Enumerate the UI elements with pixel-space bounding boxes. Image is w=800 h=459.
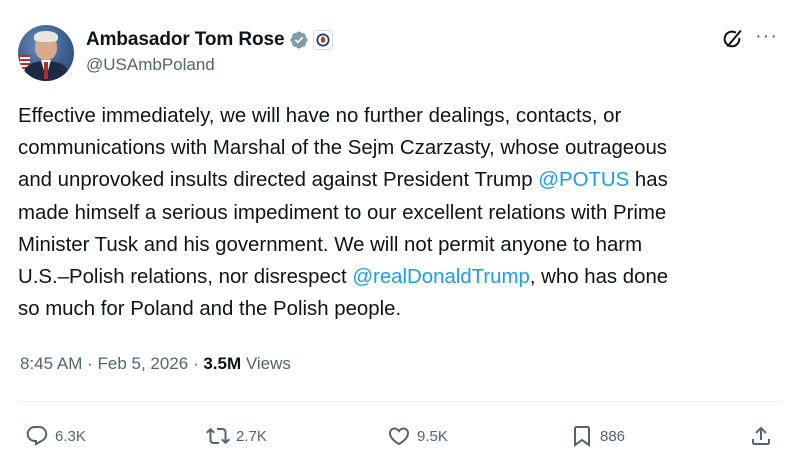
meta-separator: · bbox=[82, 354, 98, 373]
verified-badge-icon[interactable] bbox=[289, 30, 309, 50]
repost-count: 2.7K bbox=[236, 427, 267, 445]
post-time[interactable]: 8:45 AM bbox=[20, 354, 82, 373]
bookmark-button[interactable]: 886 bbox=[570, 420, 625, 452]
post-header: Ambasador Tom Rose @USAmbPoland ··· bbox=[18, 22, 782, 82]
divider bbox=[18, 401, 782, 402]
avatar[interactable] bbox=[18, 25, 74, 81]
grok-icon[interactable] bbox=[722, 28, 744, 50]
government-seal-icon[interactable] bbox=[313, 30, 334, 50]
repost-button[interactable]: 2.7K bbox=[206, 420, 267, 452]
bookmark-icon bbox=[574, 426, 590, 447]
author-handle[interactable]: @USAmbPoland bbox=[86, 55, 215, 75]
action-bar: 6.3K 2.7K 9.5K 886 bbox=[0, 420, 800, 452]
like-count: 9.5K bbox=[417, 427, 448, 445]
author-name-row: Ambasador Tom Rose bbox=[86, 27, 334, 53]
views-label[interactable]: Views bbox=[241, 354, 291, 373]
views-count[interactable]: 3.5M bbox=[203, 354, 241, 373]
mention-realdonaldtrump-link[interactable]: @realDonaldTrump bbox=[352, 266, 529, 288]
post-meta: 8:45 AM · Feb 5, 2026 · 3.5M Views bbox=[20, 354, 291, 374]
meta-separator: · bbox=[188, 354, 204, 373]
reply-icon bbox=[26, 426, 48, 446]
like-button[interactable]: 9.5K bbox=[387, 420, 448, 452]
post-text: Effective immediately, we will have no f… bbox=[18, 100, 788, 325]
author-name[interactable]: Ambasador Tom Rose bbox=[86, 29, 285, 51]
mention-potus-link[interactable]: @POTUS bbox=[538, 169, 629, 191]
post-date[interactable]: Feb 5, 2026 bbox=[97, 354, 188, 373]
share-button[interactable] bbox=[749, 420, 773, 452]
reply-button[interactable]: 6.3K bbox=[25, 420, 86, 452]
reply-count: 6.3K bbox=[55, 427, 86, 445]
share-icon bbox=[752, 426, 770, 445]
repost-icon bbox=[206, 427, 230, 445]
more-icon[interactable]: ··· bbox=[755, 26, 778, 46]
bookmark-count: 886 bbox=[600, 427, 626, 445]
like-icon bbox=[388, 427, 410, 446]
